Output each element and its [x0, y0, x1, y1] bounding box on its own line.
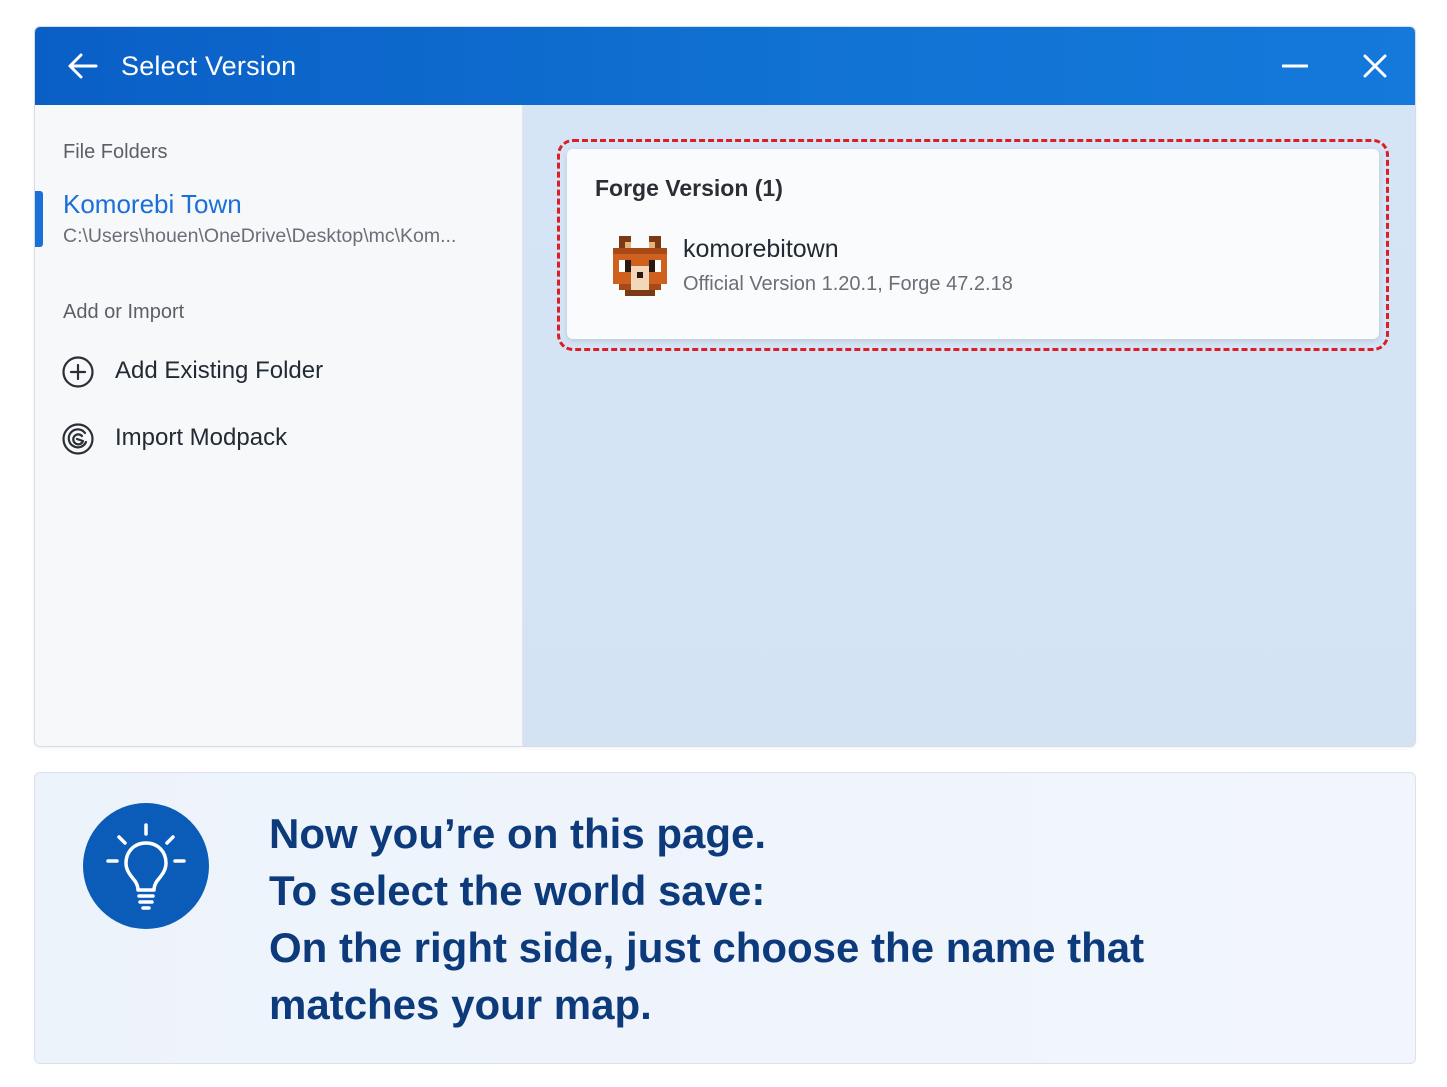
version-name: komorebitown	[683, 235, 839, 263]
version-item-komorebitown[interactable]: komorebitown Official Version 1.20.1, Fo…	[567, 229, 1379, 309]
back-button[interactable]	[63, 47, 103, 85]
plus-circle-icon	[62, 356, 94, 388]
folder-name: Komorebi Town	[63, 189, 242, 219]
title-bar: Select Version	[35, 27, 1415, 105]
folder-item-komorebi-town[interactable]: Komorebi Town C:\Users\houen\OneDrive\De…	[35, 187, 523, 249]
file-folders-label: File Folders	[63, 141, 168, 163]
import-modpack-icon	[62, 423, 94, 455]
version-description: Official Version 1.20.1, Forge 47.2.18	[683, 273, 1013, 295]
forge-version-card: Forge Version (1) komorebitown Official …	[567, 149, 1379, 339]
tip-line: matches your map.	[269, 981, 652, 1028]
window-title: Select Version	[121, 51, 297, 81]
close-button[interactable]	[1355, 47, 1395, 85]
fox-avatar-icon	[613, 236, 667, 296]
minimize-icon	[1282, 64, 1308, 68]
sidebar: File Folders Komorebi Town C:\Users\houe…	[35, 105, 523, 746]
tip-line: Now you’re on this page.	[269, 810, 767, 857]
tip-line: To select the world save:	[269, 867, 766, 914]
minimize-button[interactable]	[1275, 47, 1315, 85]
lightbulb-icon	[106, 823, 186, 910]
import-modpack-button[interactable]: Import Modpack	[35, 414, 523, 464]
tip-box: Now you’re on this page. To select the w…	[34, 772, 1416, 1064]
tip-text: Now you’re on this page. To select the w…	[269, 805, 1379, 1033]
add-existing-folder-label: Add Existing Folder	[115, 357, 324, 384]
import-modpack-label: Import Modpack	[115, 424, 288, 451]
selected-indicator	[35, 191, 43, 247]
folder-path: C:\Users\houen\OneDrive\Desktop\mc\Kom..…	[63, 225, 457, 247]
close-icon	[1363, 54, 1387, 78]
tip-line: On the right side, just choose the name …	[269, 924, 1145, 971]
tip-icon-badge	[83, 803, 209, 929]
forge-version-title: Forge Version (1)	[595, 175, 783, 201]
select-version-window: Select Version File Folders Komorebi Tow…	[34, 26, 1416, 747]
version-list-panel: Forge Version (1) komorebitown Official …	[523, 105, 1415, 746]
add-existing-folder-button[interactable]: Add Existing Folder	[35, 347, 523, 397]
arrow-left-icon	[68, 53, 98, 79]
add-or-import-label: Add or Import	[63, 301, 185, 323]
